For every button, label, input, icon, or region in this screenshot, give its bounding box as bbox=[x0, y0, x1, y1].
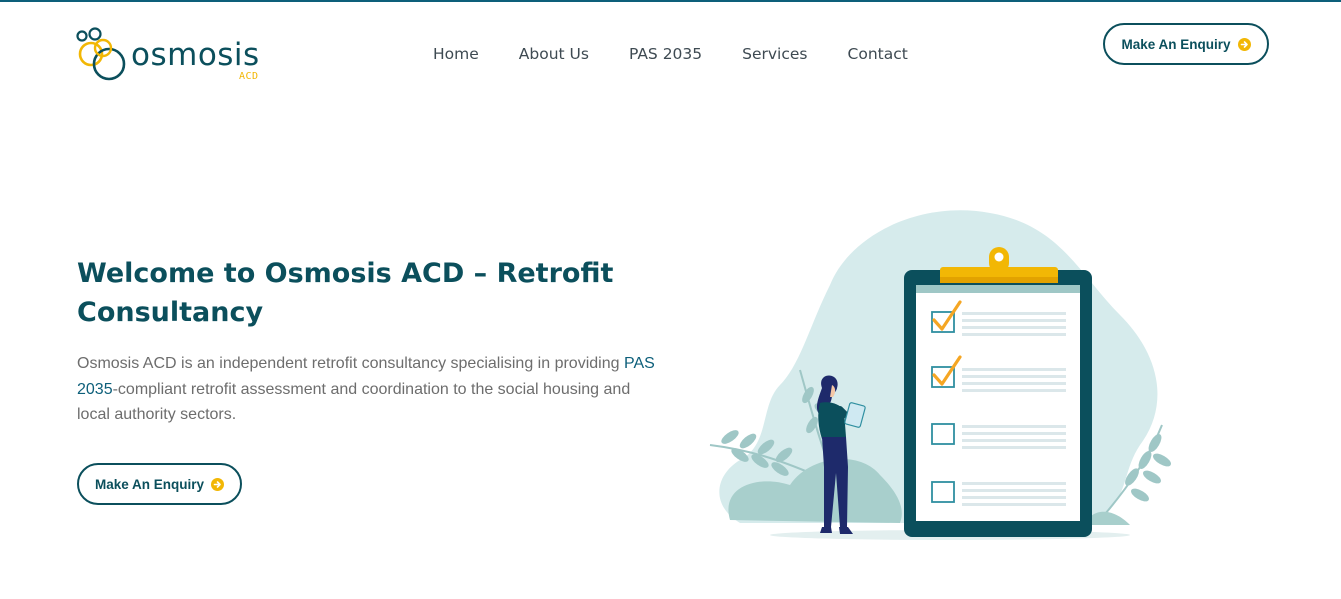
nav-services[interactable]: Services bbox=[742, 44, 807, 64]
hero-enquiry-label: Make An Enquiry bbox=[94, 476, 205, 492]
hero-text-start: Osmosis ACD is an independent retrofit c… bbox=[77, 355, 624, 372]
hero-enquiry-button[interactable]: Make An Enquiry bbox=[77, 463, 242, 505]
logo-wordmark: osmosis bbox=[131, 37, 260, 73]
logo-subtext: ACD bbox=[239, 71, 259, 82]
header-enquiry-label: Make An Enquiry bbox=[1121, 36, 1231, 52]
checklist-illustration bbox=[700, 205, 1180, 550]
hero-text-end: -compliant retrofit assessment and coord… bbox=[77, 380, 631, 424]
hero-title: Welcome to Osmosis ACD – Retrofit Consul… bbox=[77, 258, 614, 328]
arrow-right-circle-icon bbox=[1237, 37, 1251, 51]
nav-pas-2035[interactable]: PAS 2035 bbox=[629, 44, 702, 64]
nav-home[interactable]: Home bbox=[433, 44, 479, 64]
nav-about-us[interactable]: About Us bbox=[519, 44, 589, 64]
arrow-right-circle-icon bbox=[211, 477, 225, 491]
header-enquiry-button[interactable]: Make An Enquiry bbox=[1103, 23, 1269, 65]
main-nav: Home About Us PAS 2035 Services Contact bbox=[433, 44, 908, 64]
clipboard-checklist-image bbox=[709, 210, 1171, 540]
logo-bubbles-icon bbox=[76, 27, 126, 81]
hero-description: Osmosis ACD is an independent retrofit c… bbox=[77, 351, 667, 428]
top-accent-bar bbox=[0, 0, 1341, 2]
logo[interactable]: osmosis ACD bbox=[76, 26, 266, 86]
nav-contact[interactable]: Contact bbox=[848, 44, 908, 64]
